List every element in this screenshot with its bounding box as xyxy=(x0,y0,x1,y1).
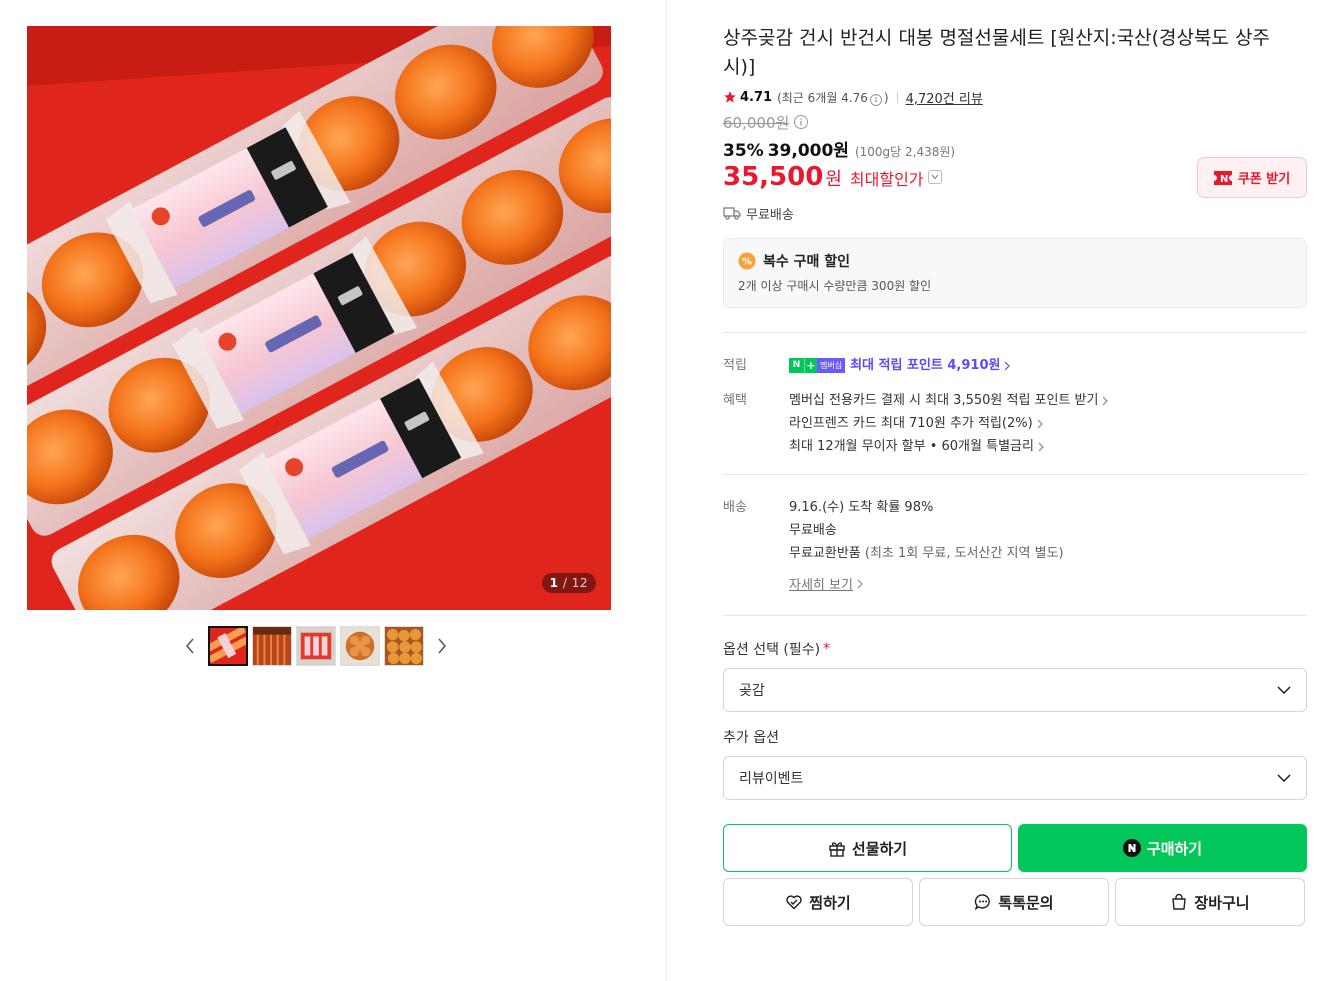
coupon-button[interactable]: N 쿠폰 받기 xyxy=(1197,157,1307,198)
original-price: 60,000원 xyxy=(723,113,790,132)
price-info-icon[interactable] xyxy=(793,114,809,130)
benefits-row: 혜택 멤버십 전용카드 결제 시 최대 3,550원 적립 포인트 받기 라인프… xyxy=(723,389,1307,458)
truck-icon xyxy=(723,207,741,220)
buy-button[interactable]: 구매하기 xyxy=(1018,824,1307,872)
separator xyxy=(896,91,898,103)
extra-option-label: 추가 옵션 xyxy=(723,730,779,746)
image-counter: 1 / 12 xyxy=(541,573,596,593)
delivery-exchange: 무료교환반품 (최초 1회 무료, 도서산간 지역 별도) xyxy=(789,546,1064,561)
secondary-actions: 찜하기 톡톡문의 장바구니 xyxy=(723,878,1307,926)
chevron-down-icon xyxy=(1277,686,1291,694)
dried-persimmon-gift-box-photo xyxy=(27,26,611,610)
gift-button[interactable]: 선물하기 xyxy=(723,824,1012,872)
delivery-free: 무료배송 xyxy=(789,523,837,538)
thumbnail-3[interactable] xyxy=(296,626,336,666)
benefits-key: 혜택 xyxy=(723,393,747,408)
required-option-select[interactable]: 곶감 xyxy=(723,668,1307,712)
benefit-item-installment[interactable]: 최대 12개월 무이자 할부 • 60개월 특별금리 xyxy=(789,435,1307,458)
chevron-right-icon xyxy=(857,579,863,588)
delivery-eta: 9.16.(수) 도착 확률 98% xyxy=(789,500,934,515)
chevron-right-icon xyxy=(438,638,446,654)
primary-actions: 선물하기 구매하기 xyxy=(723,824,1307,872)
final-price: 35,500 xyxy=(723,162,824,192)
rating-row: 4.71 (최근 6개월 4.76 i) 4,720건 리뷰 xyxy=(723,87,1307,107)
points-text: 최대 적립 포인트 4,910원 xyxy=(850,358,1001,373)
npay-membership-badge: N + 멤버십 xyxy=(789,358,846,373)
discount-rate: 35% xyxy=(723,141,764,161)
final-price-expand-button[interactable] xyxy=(927,170,942,184)
chevron-right-icon xyxy=(1037,419,1043,428)
heart-icon xyxy=(786,895,803,910)
product-main-image[interactable]: 1 / 12 xyxy=(27,26,611,610)
extra-option-value: 리뷰이벤트 xyxy=(739,771,804,787)
chevron-right-icon xyxy=(1038,442,1044,451)
thumb-next-button[interactable] xyxy=(432,626,452,666)
required-option-value: 곶감 xyxy=(739,683,765,699)
wishlist-button[interactable]: 찜하기 xyxy=(723,878,913,926)
thumbnail-bar xyxy=(180,625,452,667)
product-info-panel: 상주곶감 건시 반건시 대봉 명절선물세트 [원산지:국산(경상북도 상주시)]… xyxy=(723,24,1307,926)
review-count-link[interactable]: 4,720건 리뷰 xyxy=(906,88,983,107)
thumb-prev-button[interactable] xyxy=(180,626,200,666)
product-title: 상주곶감 건시 반건시 대봉 명절선물세트 [원산지:국산(경상북도 상주시)] xyxy=(723,27,1270,78)
shipping-text: 무료배송 xyxy=(746,207,794,223)
chevron-right-icon xyxy=(1005,361,1011,370)
rating-recent: (최근 6개월 4.76 i) xyxy=(777,90,889,106)
discount-price: 39,000원 xyxy=(767,141,849,161)
divider xyxy=(723,474,1307,475)
unit-price: (100g당 2,438원) xyxy=(854,145,956,159)
thumbnail-4[interactable] xyxy=(340,626,380,666)
points-key: 적립 xyxy=(723,358,747,373)
column-divider xyxy=(666,0,667,981)
coupon-icon: N xyxy=(1213,170,1232,185)
svg-text:N: N xyxy=(1220,174,1228,185)
final-price-label[interactable]: 최대할인가 xyxy=(850,166,924,190)
chat-bubble-icon xyxy=(975,894,991,911)
thumbnail-2[interactable] xyxy=(252,626,292,666)
star-icon xyxy=(724,91,736,103)
original-price-row: 60,000원 xyxy=(723,110,1307,134)
coupon-label: 쿠폰 받기 xyxy=(1237,172,1291,187)
delivery-row: 배송 9.16.(수) 도착 확률 98% 무료배송 무료교환반품 (최초 1회… xyxy=(723,496,1307,593)
talk-inquiry-button[interactable]: 톡톡문의 xyxy=(919,878,1109,926)
benefit-item-line-friends-card[interactable]: 라인프렌즈 카드 최대 710원 추가 적립(2%) xyxy=(789,412,1307,435)
thumbnail-list xyxy=(208,626,424,666)
shipping-row: 무료배송 xyxy=(723,203,1307,223)
thumbnail-1[interactable] xyxy=(208,626,248,666)
thumbnail-5[interactable] xyxy=(384,626,424,666)
multi-discount-desc: 2개 이상 구매시 수량만큼 300원 할인 xyxy=(738,279,932,293)
delivery-key: 배송 xyxy=(723,500,747,515)
delivery-detail-link[interactable]: 자세히 보기 xyxy=(789,574,863,593)
multi-discount-title: % 복수 구매 할인 xyxy=(738,251,1292,271)
extra-option-select[interactable]: 리뷰이벤트 xyxy=(723,756,1307,800)
points-link[interactable]: N + 멤버십 최대 적립 포인트 4,910원 xyxy=(789,354,1307,377)
final-price-unit: 원 xyxy=(825,169,842,190)
chevron-down-icon xyxy=(931,174,938,180)
divider xyxy=(723,615,1307,616)
svg-text:%: % xyxy=(742,257,752,268)
benefit-item-card-points[interactable]: 멤버십 전용카드 결제 시 최대 3,550원 적립 포인트 받기 xyxy=(789,389,1307,412)
chevron-left-icon xyxy=(186,638,194,654)
shopping-bag-icon xyxy=(1172,893,1187,910)
chevron-right-icon xyxy=(1103,396,1109,405)
multi-purchase-discount-box: % 복수 구매 할인 2개 이상 구매시 수량만큼 300원 할인 xyxy=(723,238,1307,308)
points-row: 적립 N + 멤버십 최대 적립 포인트 4,910원 xyxy=(723,354,1307,377)
required-option-label: 옵션 선택 (필수) * xyxy=(723,641,831,658)
percent-badge-icon: % xyxy=(738,252,756,270)
gift-icon xyxy=(829,842,845,857)
cart-button[interactable]: 장바구니 xyxy=(1115,878,1305,926)
naver-pay-icon xyxy=(1122,839,1141,857)
info-icon[interactable]: i xyxy=(869,93,882,106)
chevron-down-icon xyxy=(1277,774,1291,782)
divider xyxy=(723,332,1307,333)
rating-value: 4.71 xyxy=(740,89,773,105)
